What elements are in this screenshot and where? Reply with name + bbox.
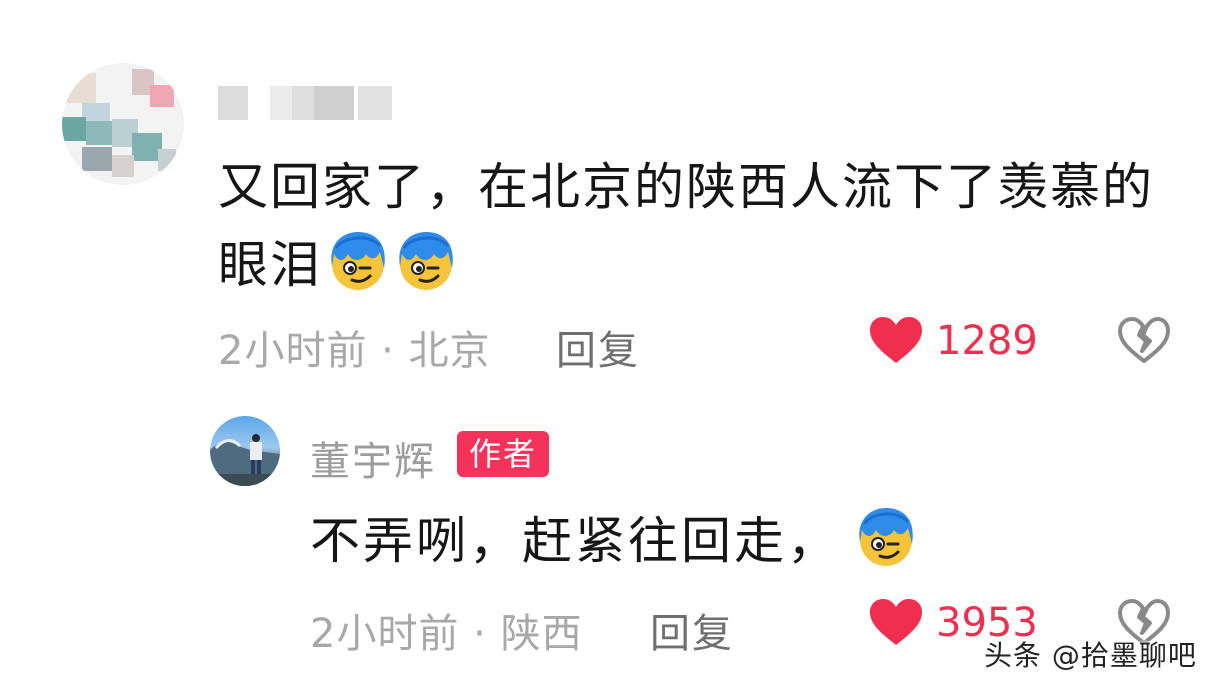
reply-text-content: 不弄咧，赶紧往回走，	[310, 512, 840, 570]
comment-like-count: 1289	[936, 318, 1038, 364]
comment-time-location: 2小时前 · 北京	[218, 328, 491, 374]
smirk-emoji-icon	[394, 230, 458, 292]
author-photo	[210, 434, 280, 486]
like-heart-icon[interactable]	[868, 596, 924, 648]
author-avatar[interactable]	[210, 416, 280, 486]
like-heart-icon[interactable]	[868, 314, 924, 366]
watermark: 头条 @拾墨聊吧	[984, 639, 1197, 672]
reply-text: 不弄咧，赶紧往回走，	[310, 502, 918, 580]
comment-text-line1: 又回家了，在北京的陕西人流下了羡慕的	[218, 158, 1154, 216]
dislike-broken-heart-icon[interactable]	[1116, 314, 1172, 366]
reply-reply-button[interactable]: 回复	[650, 601, 734, 659]
smirk-emoji-icon	[854, 506, 918, 568]
smirk-emoji-icon	[326, 230, 390, 292]
commenter-avatar[interactable]	[62, 63, 184, 185]
reply-time-location: 2小时前 · 陕西	[310, 611, 583, 657]
comment-text: 又回家了，在北京的陕西人流下了羡慕的 眼泪	[218, 148, 1178, 304]
commenter-name-blurred[interactable]	[218, 86, 398, 120]
author-badge: 作者	[457, 431, 550, 477]
comment-text-line2: 眼泪	[218, 236, 322, 294]
author-name[interactable]: 董宇辉	[310, 429, 436, 487]
comment-reply-button[interactable]: 回复	[556, 318, 640, 376]
